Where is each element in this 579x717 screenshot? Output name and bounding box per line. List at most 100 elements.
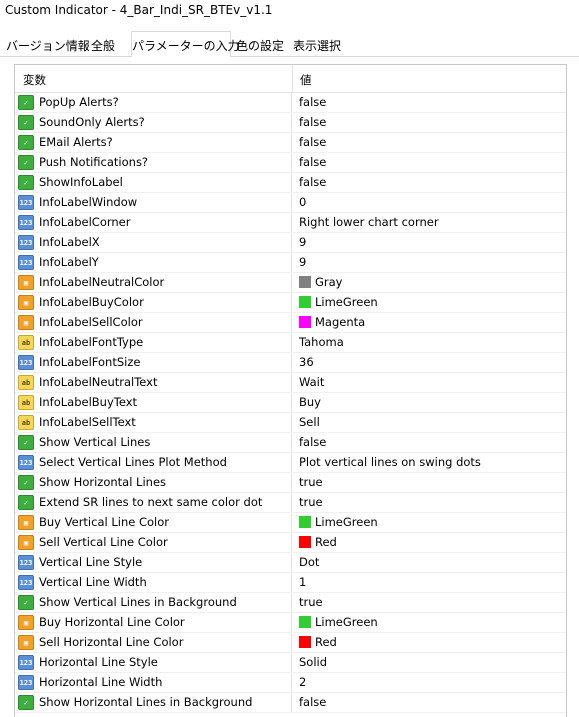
table-row[interactable]: ab InfoLabelFontType Tahoma — [15, 333, 566, 353]
table-row[interactable]: ▣ Buy Vertical Line Color LimeGreen — [15, 513, 566, 533]
param-value-text: LimeGreen — [315, 615, 378, 629]
color-swatch — [299, 636, 311, 648]
tab-colors[interactable]: 色の設定 — [233, 33, 287, 57]
param-value[interactable]: true — [299, 595, 323, 609]
tab-general[interactable]: 全般 — [86, 33, 120, 57]
table-row[interactable]: ✓ Extend SR lines to next same color dot t… — [15, 493, 566, 513]
table-row[interactable]: ▣ Buy Horizontal Line Color LimeGreen — [15, 613, 566, 633]
header-value[interactable]: 値 — [300, 72, 312, 88]
param-name: Horizontal Line Width — [39, 675, 163, 689]
table-row[interactable]: 123 Select Vertical Lines Plot Method Plot… — [15, 453, 566, 473]
param-value-text: 36 — [299, 355, 314, 369]
param-name: Vertical Line Style — [39, 555, 143, 569]
table-row[interactable]: ✓ ShowInfoLabel false — [15, 173, 566, 193]
param-value[interactable]: 2 — [299, 675, 306, 689]
table-row[interactable]: 123 Vertical Line Style Dot — [15, 553, 566, 573]
param-value[interactable]: Tahoma — [299, 335, 344, 349]
param-value-text: 0 — [299, 195, 307, 209]
table-row[interactable]: 123 InfoLabelWindow 0 — [15, 193, 566, 213]
table-row[interactable]: ✓ Show Horizontal Lines true — [15, 473, 566, 493]
table-row[interactable]: ab InfoLabelSellText Sell — [15, 413, 566, 433]
table-row[interactable]: ✓ Show Horizontal Lines in Background fals… — [15, 693, 566, 713]
table-row[interactable]: ▣ InfoLabelSellColor Magenta — [15, 313, 566, 333]
param-value-text: Plot vertical lines on swing dots — [299, 455, 481, 469]
param-name: InfoLabelY — [39, 255, 99, 269]
param-value[interactable]: Buy — [299, 395, 321, 409]
param-value[interactable]: Right lower chart corner — [299, 215, 439, 229]
param-name-cell: ✓ SoundOnly Alerts? — [15, 113, 292, 132]
color-swatch — [299, 516, 311, 528]
param-value[interactable]: false — [299, 695, 326, 709]
param-name-cell: ab InfoLabelBuyText — [15, 393, 292, 412]
param-value[interactable]: false — [299, 115, 326, 129]
tab-version-info[interactable]: バージョン情報 — [6, 33, 90, 57]
table-row[interactable]: ✓ Show Vertical Lines in Background true — [15, 593, 566, 613]
table-row[interactable]: 123 Vertical Line Width 1 — [15, 573, 566, 593]
param-value[interactable]: 0 — [299, 195, 306, 209]
table-row[interactable]: 123 Horizontal Line Style Solid — [15, 653, 566, 673]
table-row[interactable]: ✓ Show Vertical Lines false — [15, 433, 566, 453]
table-row[interactable]: 123 InfoLabelCorner Right lower chart corn… — [15, 213, 566, 233]
param-name-cell: 123 InfoLabelX — [15, 233, 292, 252]
param-value[interactable]: Plot vertical lines on swing dots — [299, 455, 481, 469]
param-value-text: Buy — [299, 395, 321, 409]
param-value-text: 9 — [299, 255, 307, 269]
param-name: Buy Horizontal Line Color — [39, 615, 185, 629]
param-value[interactable]: false — [299, 175, 326, 189]
param-value[interactable]: Dot — [299, 555, 319, 569]
table-row[interactable]: ✓ PopUp Alerts? false — [15, 93, 566, 113]
bool-icon: ✓ — [18, 135, 34, 150]
param-value[interactable]: 9 — [299, 255, 306, 269]
param-value[interactable]: Red — [299, 535, 337, 549]
param-name-cell: ab InfoLabelFontType — [15, 333, 292, 352]
color-icon: ▣ — [18, 315, 34, 330]
table-row[interactable]: ▣ InfoLabelBuyColor LimeGreen — [15, 293, 566, 313]
tab-parameters[interactable]: パラメーターの入力 — [131, 31, 240, 58]
param-value[interactable]: 1 — [299, 575, 306, 589]
table-row[interactable]: 123 Horizontal Line Width 2 — [15, 673, 566, 693]
param-value[interactable]: LimeGreen — [299, 615, 378, 629]
table-row[interactable]: ▣ Sell Horizontal Line Color Red — [15, 633, 566, 653]
table-row[interactable]: ✓ Push Notifications? false — [15, 153, 566, 173]
param-value[interactable]: 36 — [299, 355, 314, 369]
param-name-cell: ab InfoLabelNeutralText — [15, 373, 292, 392]
param-value[interactable]: false — [299, 155, 326, 169]
param-value[interactable]: false — [299, 435, 326, 449]
table-row[interactable]: 123 InfoLabelY 9 — [15, 253, 566, 273]
tab-visualization[interactable]: 表示選択 — [289, 33, 345, 57]
table-row[interactable]: ✓ SoundOnly Alerts? false — [15, 113, 566, 133]
header-variable[interactable]: 変数 — [23, 72, 46, 88]
enum-icon: 123 — [18, 455, 34, 470]
color-icon: ▣ — [18, 615, 34, 630]
color-icon: ▣ — [18, 275, 34, 290]
param-value[interactable]: LimeGreen — [299, 295, 378, 309]
param-value[interactable]: Magenta — [299, 315, 365, 329]
param-value[interactable]: Gray — [299, 275, 343, 289]
param-value[interactable]: false — [299, 95, 326, 109]
table-row[interactable]: 123 InfoLabelX 9 — [15, 233, 566, 253]
param-value[interactable]: false — [299, 135, 326, 149]
param-value[interactable]: Sell — [299, 415, 320, 429]
color-icon: ▣ — [18, 515, 34, 530]
bool-icon: ✓ — [18, 95, 34, 110]
param-name: Sell Horizontal Line Color — [39, 635, 184, 649]
param-value[interactable]: Wait — [299, 375, 324, 389]
param-value[interactable]: true — [299, 475, 323, 489]
grid-rows: ✓ PopUp Alerts? false ✓ SoundOnly Alerts? fal… — [15, 93, 566, 713]
table-row[interactable]: ✓ EMail Alerts? false — [15, 133, 566, 153]
param-name: InfoLabelSellText — [39, 415, 136, 429]
table-row[interactable]: ab InfoLabelBuyText Buy — [15, 393, 566, 413]
param-value[interactable]: 9 — [299, 235, 306, 249]
table-row[interactable]: ▣ Sell Vertical Line Color Red — [15, 533, 566, 553]
table-row[interactable]: ▣ InfoLabelNeutralColor Gray — [15, 273, 566, 293]
color-swatch — [299, 296, 311, 308]
param-value[interactable]: true — [299, 495, 323, 509]
param-value[interactable]: Solid — [299, 655, 327, 669]
table-row[interactable]: 123 InfoLabelFontSize 36 — [15, 353, 566, 373]
param-name-cell: ✓ Push Notifications? — [15, 153, 292, 172]
table-row[interactable]: ab InfoLabelNeutralText Wait — [15, 373, 566, 393]
param-value-text: 1 — [299, 575, 307, 589]
param-name-cell: ▣ Buy Horizontal Line Color — [15, 613, 292, 632]
param-value[interactable]: LimeGreen — [299, 515, 378, 529]
param-value[interactable]: Red — [299, 635, 337, 649]
